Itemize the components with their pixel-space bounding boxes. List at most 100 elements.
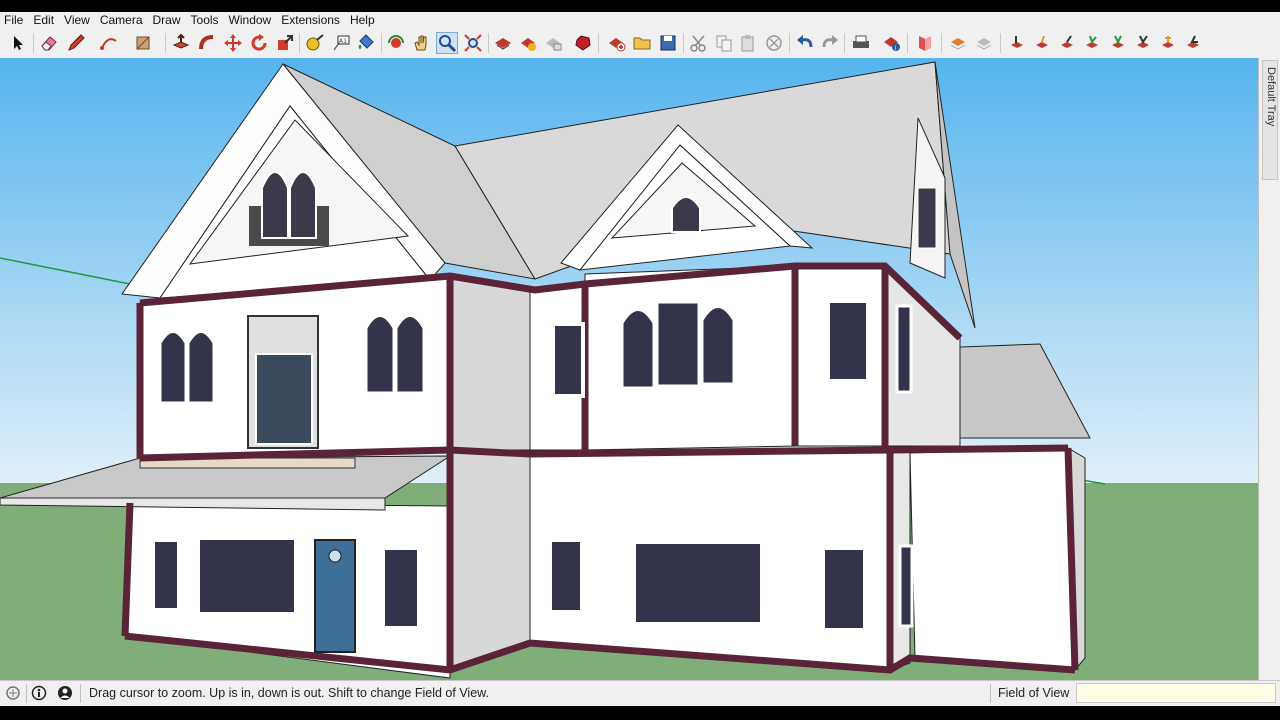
arrow-cursor-icon xyxy=(14,36,23,50)
measurements-label: Field of View xyxy=(998,686,1070,700)
redo-button[interactable] xyxy=(819,32,841,54)
ext-icon xyxy=(1036,35,1048,48)
share-component-button[interactable] xyxy=(517,32,539,54)
layer-1-button[interactable] xyxy=(947,32,969,54)
ext-icon xyxy=(1011,36,1023,48)
ext-3[interactable] xyxy=(1056,32,1078,54)
menu-tools[interactable]: Tools xyxy=(186,12,224,28)
credits-icon[interactable] xyxy=(31,685,47,701)
scale-tool[interactable] xyxy=(274,32,296,54)
paint-bucket-tool[interactable] xyxy=(355,32,377,54)
follow-me-tool[interactable] xyxy=(196,32,218,54)
default-tray[interactable]: Default Tray xyxy=(1258,58,1280,680)
ext-icon xyxy=(1112,35,1124,48)
toolbar-separator xyxy=(941,33,942,53)
select-tool[interactable] xyxy=(7,32,29,54)
cut-button[interactable] xyxy=(688,32,710,54)
copy-button[interactable] xyxy=(713,32,735,54)
ext-4[interactable] xyxy=(1081,32,1103,54)
toolbar-separator xyxy=(683,33,684,53)
window-top-edge xyxy=(0,0,1280,12)
tape-measure-icon xyxy=(306,34,324,51)
magnifier-icon xyxy=(439,35,457,53)
menu-view[interactable]: View xyxy=(59,12,95,28)
zoom-tool[interactable] xyxy=(436,32,458,54)
layer-icon xyxy=(950,38,966,50)
section-icon xyxy=(919,36,931,51)
status-message: Drag cursor to zoom. Up is in, down is o… xyxy=(89,686,489,700)
warehouse-icon xyxy=(495,38,511,50)
move-icon xyxy=(224,34,242,52)
printer-icon xyxy=(853,35,869,48)
ruby-icon xyxy=(575,35,591,51)
orbit-icon xyxy=(388,35,404,48)
new-file-button[interactable] xyxy=(605,32,627,54)
extension-warehouse-button[interactable] xyxy=(572,32,594,54)
pencil-icon xyxy=(68,34,85,51)
menu-help[interactable]: Help xyxy=(345,12,380,28)
shape-tool[interactable] xyxy=(132,32,154,54)
copy-icon xyxy=(716,35,732,52)
text-tool[interactable]: A1 xyxy=(330,32,352,54)
folder-icon xyxy=(633,37,651,50)
toolbar-separator xyxy=(844,33,845,53)
modeling-viewport[interactable] xyxy=(0,58,1258,680)
window-bottom-edge xyxy=(0,706,1280,720)
toolbar-separator xyxy=(907,33,908,53)
eraser-tool[interactable] xyxy=(38,32,60,54)
geo-location-icon[interactable] xyxy=(5,685,21,701)
menu-bar: File Edit View Camera Draw Tools Window … xyxy=(0,12,1280,28)
ext-1[interactable] xyxy=(1006,32,1028,54)
upper-side-wall xyxy=(449,275,536,451)
component-share-icon xyxy=(521,38,536,51)
share-model-button[interactable] xyxy=(542,32,564,54)
menu-extensions[interactable]: Extensions xyxy=(276,12,345,28)
3d-warehouse-button[interactable] xyxy=(492,32,514,54)
model-info-button[interactable]: i xyxy=(881,32,903,54)
menu-file[interactable]: File xyxy=(0,12,28,28)
door-window xyxy=(328,549,342,563)
text-icon: A1 xyxy=(333,35,350,51)
measurements-input[interactable] xyxy=(1076,683,1276,703)
svg-text:A1: A1 xyxy=(339,38,347,45)
tray-label: Default Tray xyxy=(1265,67,1277,127)
new-file-icon xyxy=(609,38,626,52)
orbit-tool[interactable] xyxy=(385,32,407,54)
arc-tool[interactable] xyxy=(98,32,120,54)
ext-icon xyxy=(1162,36,1174,48)
move-tool[interactable] xyxy=(222,32,244,54)
ext-6[interactable] xyxy=(1132,32,1154,54)
menu-window[interactable]: Window xyxy=(224,12,277,28)
ext-7[interactable] xyxy=(1157,32,1179,54)
print-button[interactable] xyxy=(850,32,872,54)
pan-tool[interactable] xyxy=(410,32,432,54)
open-file-button[interactable] xyxy=(631,32,653,54)
paste-button[interactable] xyxy=(737,32,759,54)
menu-camera[interactable]: Camera xyxy=(95,12,148,28)
undo-button[interactable] xyxy=(794,32,816,54)
ext-5[interactable] xyxy=(1107,32,1129,54)
layer-2-button[interactable] xyxy=(973,32,995,54)
menu-edit[interactable]: Edit xyxy=(28,12,59,28)
zoom-extents-tool[interactable] xyxy=(462,32,484,54)
model-share-icon xyxy=(546,38,562,51)
redo-icon xyxy=(822,35,838,48)
delete-button[interactable] xyxy=(763,32,785,54)
toolbar-separator xyxy=(381,33,382,53)
toolbar: A1 i xyxy=(0,28,1280,59)
status-divider xyxy=(990,684,991,703)
account-icon[interactable] xyxy=(57,685,73,701)
rotate-tool[interactable] xyxy=(248,32,270,54)
tape-measure-tool[interactable] xyxy=(304,32,326,54)
section-plane-button[interactable] xyxy=(914,32,936,54)
ext-8[interactable] xyxy=(1182,32,1204,54)
ext-2[interactable] xyxy=(1031,32,1053,54)
scale-icon xyxy=(278,35,293,50)
right-gable-window xyxy=(917,187,937,249)
tray-tab[interactable]: Default Tray xyxy=(1262,60,1278,180)
push-pull-tool[interactable] xyxy=(170,32,192,54)
menu-draw[interactable]: Draw xyxy=(148,12,186,28)
line-tool[interactable] xyxy=(65,32,87,54)
center-gable-window xyxy=(671,196,701,233)
save-file-button[interactable] xyxy=(657,32,679,54)
